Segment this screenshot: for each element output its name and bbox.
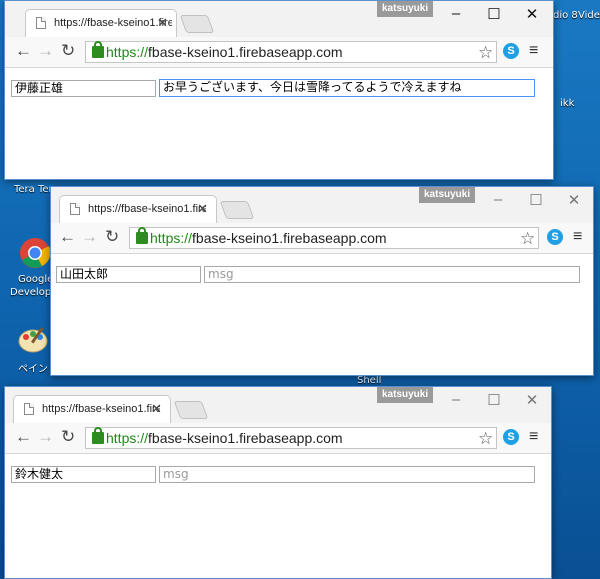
desktop-label-studio[interactable]: dio 8	[553, 10, 578, 21]
star-icon[interactable]: ☆	[520, 229, 535, 249]
address-bar[interactable]: https://fbase-kseino1.firebaseapp.com ☆	[85, 427, 497, 449]
skype-icon[interactable]: S	[547, 229, 563, 245]
tab-title: https://fbase-kseino1.firebase	[88, 203, 206, 215]
name-input[interactable]: 伊藤正雄	[11, 80, 156, 97]
hamburger-menu-icon[interactable]: ≡	[529, 428, 538, 446]
name-input[interactable]: 鈴木健太	[11, 466, 156, 483]
msg-input[interactable]: お早うございます、今日は雪降ってるようで冷えますね	[159, 79, 535, 97]
maximize-icon[interactable]: ☐	[521, 191, 551, 209]
reload-icon[interactable]: ↻	[61, 428, 75, 446]
maximize-icon[interactable]: ☐	[479, 5, 509, 23]
tab-active[interactable]: https://fbase-kseino1.firebase ✕	[13, 395, 171, 423]
desktop-label-google[interactable]: Google	[18, 274, 53, 285]
new-tab-button[interactable]	[179, 15, 215, 33]
paint-icon[interactable]	[16, 322, 50, 356]
page-icon	[24, 403, 34, 415]
new-tab-button[interactable]	[219, 201, 255, 219]
tab-close-icon[interactable]: ✕	[197, 201, 208, 217]
minimize-icon[interactable]: –	[483, 191, 513, 208]
tab-active[interactable]: https://fbase-kseino1.firebase ✕	[25, 9, 177, 37]
tab-title: https://fbase-kseino1.firebase	[42, 403, 160, 415]
minimize-icon[interactable]: –	[441, 391, 471, 408]
close-icon[interactable]: ✕	[517, 391, 547, 409]
url-host: fbase-kseino1.firebaseapp.com	[148, 430, 343, 446]
star-icon[interactable]: ☆	[478, 43, 493, 63]
url-host: fbase-kseino1.firebaseapp.com	[148, 44, 343, 60]
profile-badge[interactable]: katsuyuki	[377, 387, 434, 403]
toolbar: ← → ↻ https://fbase-kseino1.firebaseapp.…	[5, 37, 553, 68]
arrow-left-icon[interactable]: ←	[15, 428, 32, 446]
hamburger-menu-icon[interactable]: ≡	[573, 228, 582, 246]
url-scheme: https://	[106, 430, 149, 446]
url-text[interactable]: https://fbase-kseino1.firebaseapp.com	[150, 230, 387, 246]
msg-input[interactable]: msg	[159, 466, 535, 483]
arrow-right-icon[interactable]: →	[81, 228, 98, 246]
browser-window-1: https://fbase-kseino1.firebase ✕ katsuyu…	[4, 0, 554, 180]
name-input[interactable]: 山田太郎	[56, 266, 201, 283]
close-icon[interactable]: ✕	[559, 191, 589, 209]
toolbar: ← → ↻ https://fbase-kseino1.firebaseapp.…	[51, 223, 593, 254]
profile-badge[interactable]: katsuyuki	[419, 187, 476, 203]
tab-bar: https://fbase-kseino1.firebase ✕ katsuyu…	[51, 187, 593, 223]
url-text[interactable]: https://fbase-kseino1.firebaseapp.com	[106, 430, 343, 446]
page-icon	[36, 17, 46, 29]
minimize-icon[interactable]: –	[441, 5, 471, 22]
address-bar[interactable]: https://fbase-kseino1.firebaseapp.com ☆	[85, 41, 497, 63]
desktop-label-ikk[interactable]: ikk	[560, 98, 574, 109]
browser-window-2: https://fbase-kseino1.firebase ✕ katsuyu…	[50, 186, 594, 376]
lock-icon	[92, 427, 104, 444]
arrow-right-icon[interactable]: →	[37, 428, 54, 446]
tab-bar: https://fbase-kseino1.firebase ✕ katsuyu…	[5, 387, 551, 423]
close-icon[interactable]: ✕	[517, 5, 547, 23]
address-bar[interactable]: https://fbase-kseino1.firebaseapp.com ☆	[129, 227, 539, 249]
tab-close-icon[interactable]: ✕	[151, 401, 162, 417]
tab-title: https://fbase-kseino1.firebase	[54, 17, 172, 29]
chrome-icon[interactable]	[18, 236, 52, 270]
browser-window-3: https://fbase-kseino1.firebase ✕ katsuyu…	[4, 386, 552, 579]
skype-icon[interactable]: S	[503, 429, 519, 445]
tab-close-icon[interactable]: ✕	[157, 15, 168, 31]
hamburger-menu-icon[interactable]: ≡	[529, 42, 538, 60]
lock-icon	[92, 41, 104, 58]
url-host: fbase-kseino1.firebaseapp.com	[192, 230, 387, 246]
arrow-left-icon[interactable]: ←	[59, 228, 76, 246]
url-scheme: https://	[106, 44, 149, 60]
lock-icon	[136, 227, 148, 244]
tab-bar: https://fbase-kseino1.firebase ✕ katsuyu…	[5, 1, 553, 37]
arrow-left-icon[interactable]: ←	[15, 42, 32, 60]
new-tab-button[interactable]	[173, 401, 209, 419]
msg-input[interactable]: msg	[204, 266, 580, 283]
reload-icon[interactable]: ↻	[61, 42, 75, 60]
tab-active[interactable]: https://fbase-kseino1.firebase ✕	[59, 195, 217, 223]
url-scheme: https://	[150, 230, 193, 246]
reload-icon[interactable]: ↻	[105, 228, 119, 246]
toolbar: ← → ↻ https://fbase-kseino1.firebaseapp.…	[5, 423, 551, 454]
page-icon	[70, 203, 80, 215]
url-text[interactable]: https://fbase-kseino1.firebaseapp.com	[106, 44, 343, 60]
skype-icon[interactable]: S	[503, 43, 519, 59]
desktop-label-shell[interactable]: Shell	[357, 375, 381, 386]
maximize-icon[interactable]: ☐	[479, 391, 509, 409]
profile-badge[interactable]: katsuyuki	[377, 1, 434, 17]
star-icon[interactable]: ☆	[478, 429, 493, 449]
desktop-label-video[interactable]: Video	[578, 10, 600, 21]
arrow-right-icon[interactable]: →	[37, 42, 54, 60]
